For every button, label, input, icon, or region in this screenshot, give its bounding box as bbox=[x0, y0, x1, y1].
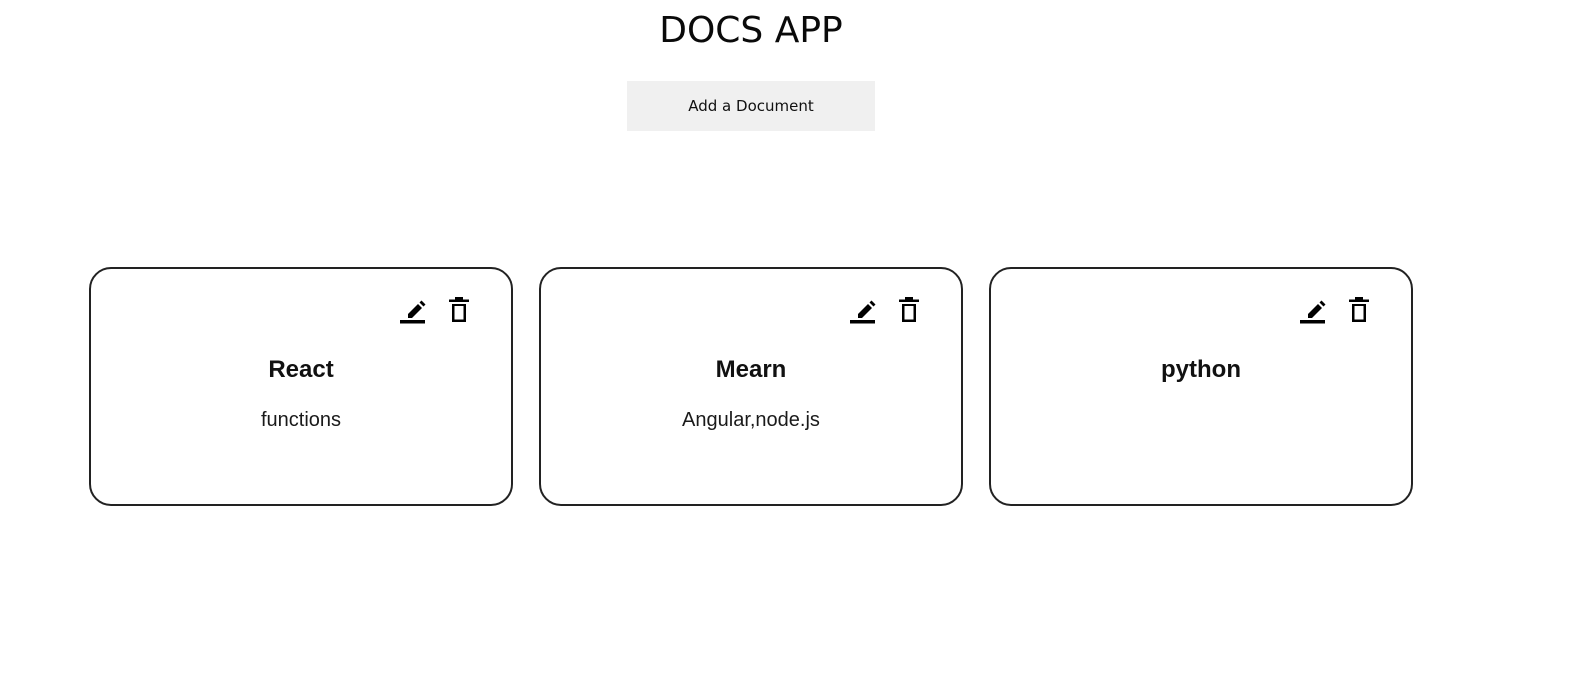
document-title: Mearn bbox=[715, 356, 787, 383]
document-title: React bbox=[268, 356, 334, 383]
document-title: python bbox=[1161, 356, 1241, 383]
card-actions bbox=[849, 295, 923, 325]
edit-icon[interactable] bbox=[849, 295, 877, 325]
document-description: functions bbox=[260, 409, 342, 431]
document-description: Angular,node.js bbox=[682, 409, 820, 431]
edit-icon[interactable] bbox=[399, 295, 427, 325]
delete-icon[interactable] bbox=[1345, 295, 1373, 325]
document-card: React functions bbox=[89, 267, 513, 506]
delete-icon[interactable] bbox=[895, 295, 923, 325]
page-title: DOCS APP bbox=[659, 10, 843, 51]
document-card: Mearn Angular,node.js bbox=[539, 267, 963, 506]
card-actions bbox=[1299, 295, 1373, 325]
add-document-button[interactable]: Add a Document bbox=[627, 81, 875, 131]
card-actions bbox=[399, 295, 473, 325]
document-card: python bbox=[989, 267, 1413, 506]
edit-icon[interactable] bbox=[1299, 295, 1327, 325]
delete-icon[interactable] bbox=[445, 295, 473, 325]
